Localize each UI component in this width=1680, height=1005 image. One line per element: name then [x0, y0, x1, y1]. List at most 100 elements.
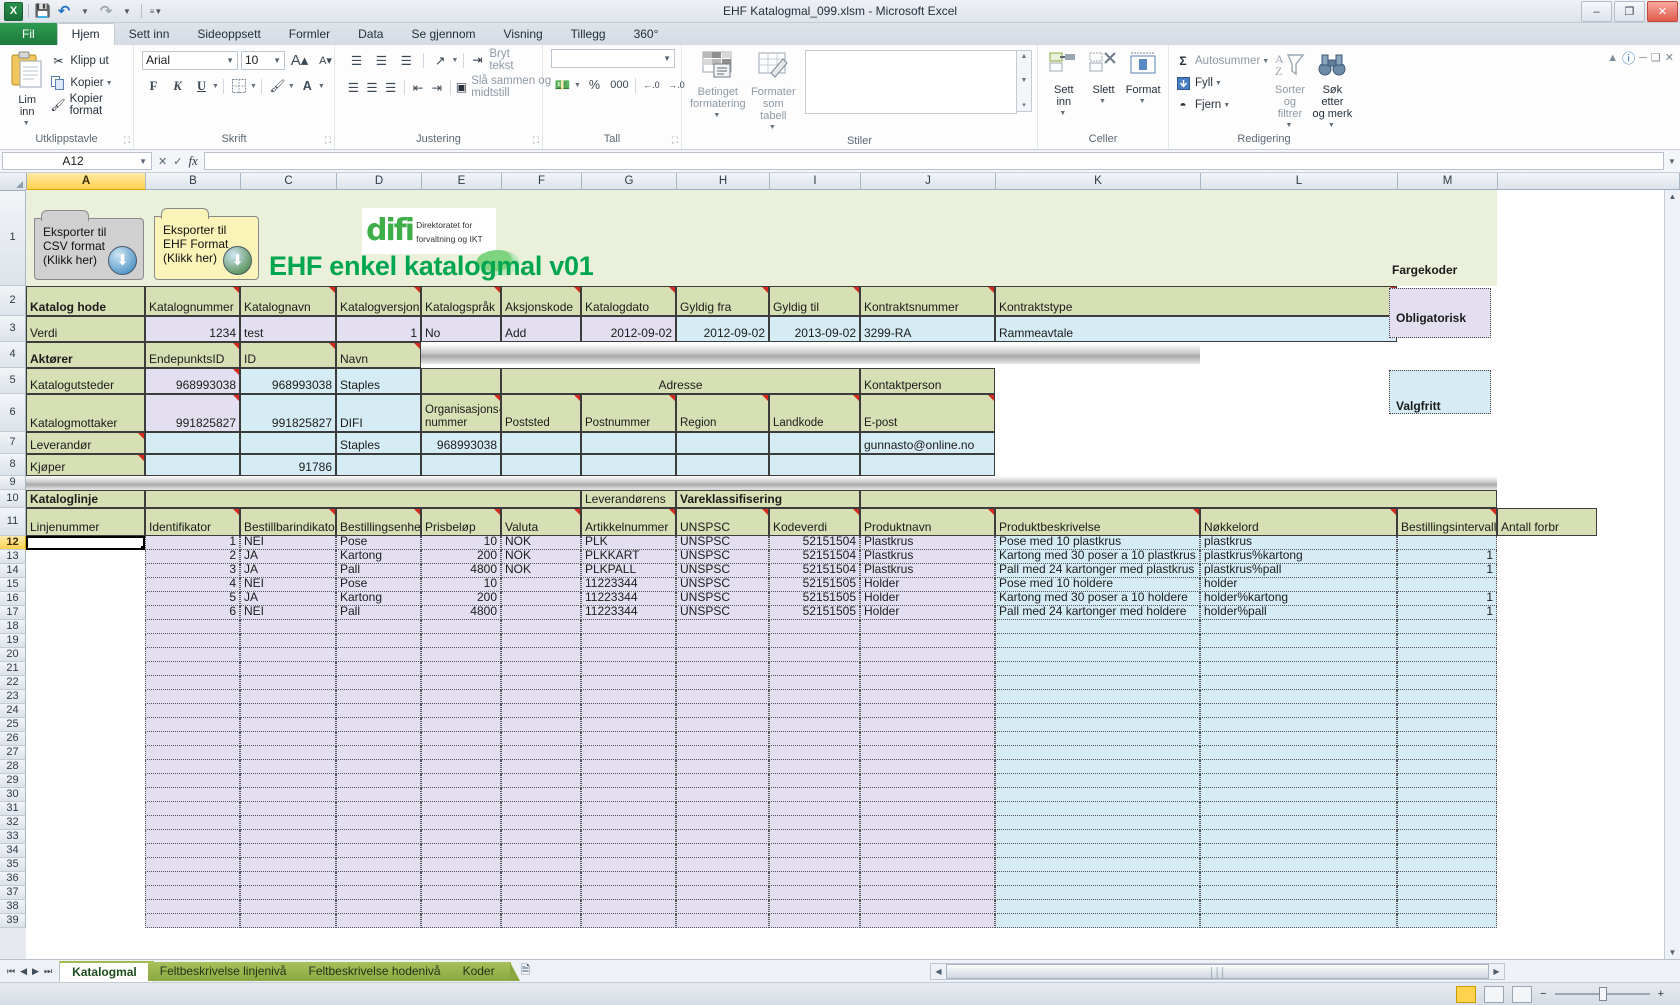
cell-L19[interactable]	[1200, 634, 1397, 648]
cell-G34[interactable]	[581, 844, 676, 858]
cell-F39[interactable]	[501, 914, 581, 928]
cell-K38[interactable]	[995, 900, 1200, 914]
row-header-16[interactable]: 16	[0, 592, 26, 606]
cell-H14[interactable]: UNSPSC	[676, 564, 769, 578]
cell-C16[interactable]: JA	[240, 592, 336, 606]
cell-M28[interactable]	[1397, 760, 1497, 774]
cell-A18[interactable]	[26, 620, 145, 634]
hscroll-thumb[interactable]: │││	[946, 964, 1489, 979]
cell-B22[interactable]	[145, 676, 240, 690]
cell-H20[interactable]	[676, 648, 769, 662]
last-sheet-icon[interactable]: ⏭	[44, 966, 52, 977]
name-box[interactable]: A12 ▼	[2, 152, 152, 170]
cell-E32[interactable]	[421, 816, 501, 830]
aktor-7-label[interactable]: Leverandør	[26, 432, 145, 454]
cell-D23[interactable]	[336, 690, 421, 704]
vertical-scrollbar[interactable]: ▲ ▼	[1664, 190, 1680, 959]
borders-dropdown-icon[interactable]: ▼	[250, 83, 257, 90]
format-as-table-button[interactable]: Formater som tabell ▼	[750, 49, 797, 134]
cell-K22[interactable]	[995, 676, 1200, 690]
cell-M37[interactable]	[1397, 886, 1497, 900]
cell-G19[interactable]	[581, 634, 676, 648]
cell-H22[interactable]	[676, 676, 769, 690]
row-header-14[interactable]: 14	[0, 564, 26, 578]
cell-K21[interactable]	[995, 662, 1200, 676]
cell-F36[interactable]	[501, 872, 581, 886]
aktorer-label[interactable]: Aktører	[26, 342, 145, 368]
cell-L23[interactable]	[1200, 690, 1397, 704]
cell-A28[interactable]	[26, 760, 145, 774]
aktor-7-poststed[interactable]	[501, 432, 581, 454]
zoom-in-icon[interactable]: +	[1658, 988, 1664, 1000]
cell-E22[interactable]	[421, 676, 501, 690]
fill-color-icon[interactable]: 🖌	[266, 75, 289, 97]
row-header-23[interactable]: 23	[0, 690, 26, 704]
kl-header-2[interactable]: Bestillbarindikator	[240, 508, 336, 536]
cell-F27[interactable]	[501, 746, 581, 760]
cell-J33[interactable]	[860, 830, 995, 844]
cell-J35[interactable]	[860, 858, 995, 872]
cell-B18[interactable]	[145, 620, 240, 634]
cell-M39[interactable]	[1397, 914, 1497, 928]
comma-style-icon[interactable]: 000	[608, 74, 631, 96]
autosum-dropdown-icon[interactable]: ▼	[1262, 58, 1269, 65]
katalogutsteder-label[interactable]: Katalogutsteder	[26, 368, 145, 394]
tab-data[interactable]: Data	[344, 24, 397, 45]
cell-I17[interactable]: 52151505	[769, 606, 860, 620]
cell-M16[interactable]: 1	[1397, 592, 1497, 606]
cell-M24[interactable]	[1397, 704, 1497, 718]
cell-A17[interactable]	[26, 606, 145, 620]
page-layout-view-icon[interactable]	[1484, 985, 1505, 1003]
column-header-J[interactable]: J	[861, 173, 996, 190]
cell-D31[interactable]	[336, 802, 421, 816]
zoom-out-icon[interactable]: −	[1540, 988, 1546, 1000]
cell-D35[interactable]	[336, 858, 421, 872]
cell-F22[interactable]	[501, 676, 581, 690]
cell-F38[interactable]	[501, 900, 581, 914]
new-sheet-icon[interactable]: 🗎	[521, 961, 531, 982]
cell-J28[interactable]	[860, 760, 995, 774]
kl-header-12[interactable]: Bestillingsintervall	[1397, 508, 1497, 536]
cell-L35[interactable]	[1200, 858, 1397, 872]
cell-D28[interactable]	[336, 760, 421, 774]
cell-B39[interactable]	[145, 914, 240, 928]
cell-A27[interactable]	[26, 746, 145, 760]
cell-C28[interactable]	[240, 760, 336, 774]
cell-I30[interactable]	[769, 788, 860, 802]
cell-G16[interactable]: 11223344	[581, 592, 676, 606]
cell-M13[interactable]: 1	[1397, 550, 1497, 564]
cell-J39[interactable]	[860, 914, 995, 928]
katalog-hode-label[interactable]: Katalog hode	[26, 286, 145, 316]
cell-D27[interactable]	[336, 746, 421, 760]
value-7[interactable]: 2013-09-02	[769, 316, 860, 342]
cell-K33[interactable]	[995, 830, 1200, 844]
row-header-2[interactable]: 2	[0, 286, 26, 316]
cell-B20[interactable]	[145, 648, 240, 662]
cell-D38[interactable]	[336, 900, 421, 914]
kontaktperson-group-header[interactable]: Kontaktperson	[860, 368, 995, 394]
cell-F33[interactable]	[501, 830, 581, 844]
cell-A19[interactable]	[26, 634, 145, 648]
cell-M22[interactable]	[1397, 676, 1497, 690]
verdi-label[interactable]: Verdi	[26, 316, 145, 342]
copy-dropdown-icon[interactable]: ▼	[106, 80, 113, 87]
cell-E36[interactable]	[421, 872, 501, 886]
value-6[interactable]: 2012-09-02	[676, 316, 769, 342]
cell-I28[interactable]	[769, 760, 860, 774]
cell-C12[interactable]: NEI	[240, 536, 336, 550]
percent-style-icon[interactable]: %	[583, 74, 606, 96]
cell-A25[interactable]	[26, 718, 145, 732]
cell-E33[interactable]	[421, 830, 501, 844]
styles-scroll-down-icon[interactable]: ▼	[1021, 77, 1028, 84]
cell-E27[interactable]	[421, 746, 501, 760]
clear-button[interactable]: ◓ Fjern ▼	[1175, 95, 1269, 115]
cell-M25[interactable]	[1397, 718, 1497, 732]
cell-G27[interactable]	[581, 746, 676, 760]
cell-A26[interactable]	[26, 732, 145, 746]
grow-font-icon[interactable]: A▴	[288, 49, 311, 71]
row-header-29[interactable]: 29	[0, 774, 26, 788]
cell-J19[interactable]	[860, 634, 995, 648]
zoom-knob[interactable]	[1598, 987, 1607, 1001]
column-header-extra[interactable]	[1498, 173, 1680, 190]
cell-A23[interactable]	[26, 690, 145, 704]
